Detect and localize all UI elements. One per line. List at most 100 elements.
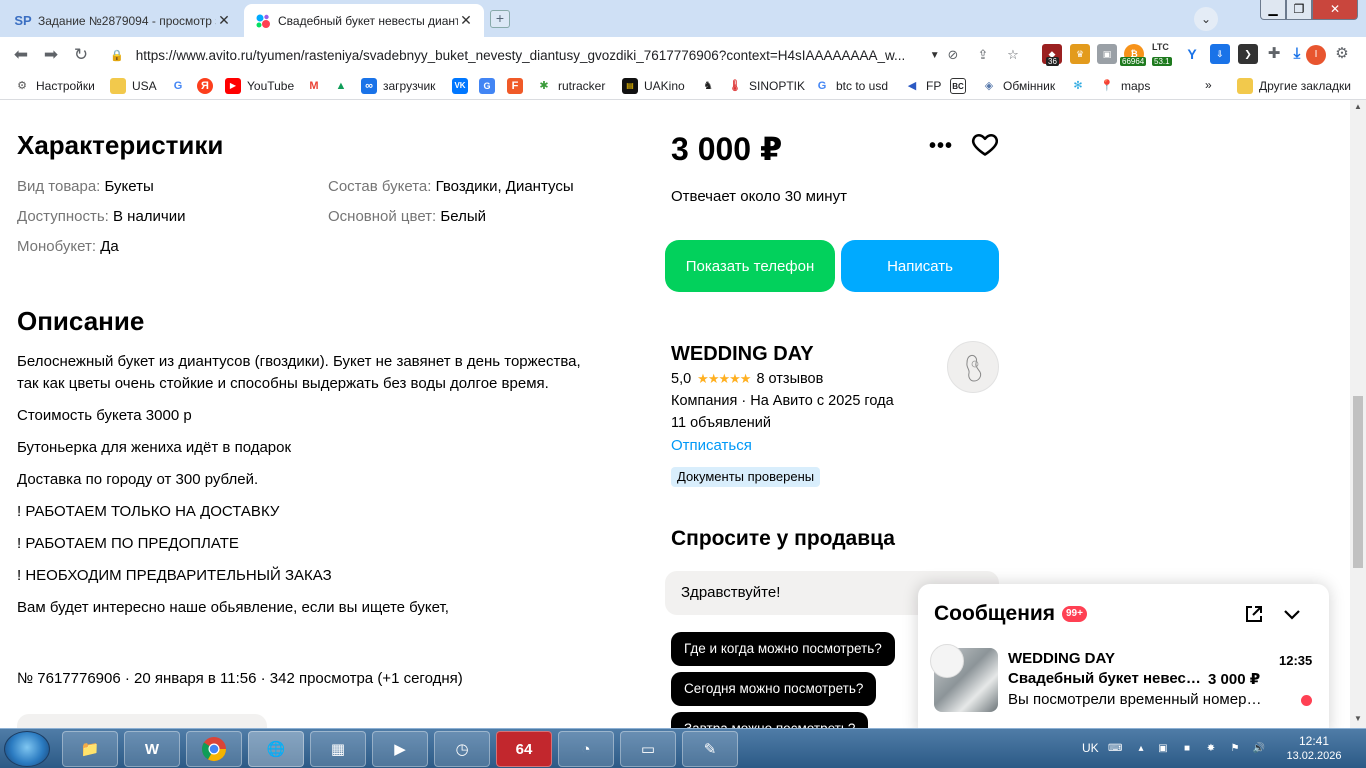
extension-play-icon[interactable]: ❯: [1238, 44, 1258, 64]
chart-icon[interactable]: ◔: [558, 731, 614, 767]
collapse-chevron-icon[interactable]: [1282, 604, 1302, 624]
bookmark-maps[interactable]: 📍 maps: [1099, 78, 1150, 94]
chat-time: 12:35: [1279, 653, 1313, 668]
bookmark-settings[interactable]: ⚙ Настройки: [14, 78, 95, 94]
seller-name[interactable]: WEDDING DAY: [671, 343, 814, 366]
bookmark-other[interactable]: Другие закладки: [1237, 78, 1351, 94]
favorite-heart-icon[interactable]: [971, 130, 999, 158]
bookmark-btc-to-usd[interactable]: Gbtc to usd: [814, 78, 888, 94]
bookmark-star-icon[interactable]: ☆: [1004, 46, 1022, 64]
quick-question-chip[interactable]: Завтра можно посмотреть?: [671, 712, 869, 728]
bookmark-rutracker[interactable]: ✱ rutracker: [536, 78, 605, 94]
tab-title: Задание №2879094 - просмотр з: [38, 13, 216, 28]
page-scrollbar[interactable]: ▲ ▼: [1350, 100, 1366, 728]
language-indicator[interactable]: UK: [1082, 741, 1099, 755]
bookmark-translate[interactable]: G: [479, 78, 501, 94]
tray-up-arrow-icon[interactable]: ▴: [1134, 742, 1148, 756]
media-icon[interactable]: ▶: [372, 731, 428, 767]
blocked-popup-icon[interactable]: ⊘: [944, 46, 962, 64]
bookmark-bc[interactable]: BC: [950, 78, 972, 94]
tab-close-icon[interactable]: ✕: [216, 12, 232, 29]
bookmark-downloader[interactable]: ∞ загрузчик: [361, 78, 435, 94]
app-64-icon[interactable]: 64: [496, 731, 552, 767]
address-bar[interactable]: 🔒 https://www.avito.ru/tyumen/rasteniya/…: [100, 41, 940, 69]
tab-task[interactable]: SP Задание №2879094 - просмотр з ✕: [4, 4, 242, 37]
scroll-up-icon[interactable]: ▲: [1350, 102, 1366, 111]
extensions-puzzle-icon[interactable]: ✚: [1264, 44, 1284, 64]
bookmark-usa[interactable]: USA: [110, 78, 157, 94]
omnibox-dropdown-icon[interactable]: ▼: [930, 50, 940, 61]
extension-y-icon[interactable]: Y: [1182, 44, 1202, 64]
calc-icon[interactable]: ▦: [310, 731, 366, 767]
chat-seller-name[interactable]: WEDDING DAY: [1008, 650, 1115, 667]
description-line: Бутоньерка для жениха идёт в подарок: [17, 439, 292, 456]
bookmark-horse[interactable]: ♞: [700, 78, 722, 94]
window-close-button[interactable]: ✕: [1312, 0, 1358, 20]
start-button[interactable]: [4, 731, 50, 767]
bookmark-drive[interactable]: ▲: [333, 78, 355, 94]
scrollbar-thumb[interactable]: [1353, 396, 1363, 568]
keyboard-icon[interactable]: ⌨: [1108, 742, 1122, 756]
open-external-icon[interactable]: [1244, 604, 1264, 624]
bookmark-google[interactable]: G: [170, 78, 192, 94]
tray-security-icon[interactable]: ✸: [1204, 742, 1218, 756]
char-key: Состав букета:: [328, 178, 432, 195]
seller-avatar[interactable]: [947, 341, 999, 393]
quick-question-chip[interactable]: Сегодня можно посмотреть?: [671, 672, 877, 706]
back-arrow-icon[interactable]: ⬅: [10, 44, 32, 66]
bookmark-f[interactable]: F: [507, 78, 529, 94]
show-phone-button[interactable]: Показать телефон: [665, 240, 835, 292]
clock-icon[interactable]: ◷: [434, 731, 490, 767]
unsubscribe-link[interactable]: Отписаться: [671, 437, 752, 454]
tab-avito[interactable]: Свадебный букет невесты дианту ✕: [244, 4, 484, 37]
bookmark-exchanger[interactable]: ◈ Обмінник: [981, 78, 1055, 94]
seller-ads-count[interactable]: 11 объявлений: [671, 415, 771, 431]
report-button[interactable]: [17, 714, 267, 728]
monitor-icon[interactable]: ▭: [620, 731, 676, 767]
reviews-link[interactable]: 8 отзывов: [756, 371, 823, 387]
share-icon[interactable]: ⇪: [974, 46, 992, 64]
char-value: Да: [100, 238, 119, 255]
bookmark-yandex[interactable]: Я: [197, 78, 219, 94]
tab-close-icon[interactable]: ✕: [458, 12, 474, 29]
forward-arrow-icon[interactable]: ➡: [40, 44, 62, 66]
bookmark-sinoptik[interactable]: 🌡 SINOPTIK: [727, 78, 805, 94]
clock-time[interactable]: 12:41: [1282, 734, 1346, 748]
action-center-icon[interactable]: ⚑: [1228, 742, 1242, 756]
bookmark-fp[interactable]: ◀ FP: [904, 78, 942, 94]
notepad-icon[interactable]: ✎: [682, 731, 738, 767]
download-manager-icon[interactable]: ⇩: [1210, 44, 1230, 64]
extension-briefcase-icon[interactable]: ▣: [1097, 44, 1117, 64]
youtube-icon: ▶: [225, 78, 241, 94]
chrome-menu-icon[interactable]: ⚙: [1332, 44, 1352, 64]
shield-icon[interactable]: W: [124, 731, 180, 767]
write-message-button[interactable]: Написать: [841, 240, 999, 292]
window-maximize-button[interactable]: ❐: [1286, 0, 1312, 20]
explorer-icon[interactable]: 📁: [62, 731, 118, 767]
extension-shield-icon[interactable]: ♛: [1070, 44, 1090, 64]
bookmarks-overflow-button[interactable]: »: [1205, 78, 1212, 92]
bookmark-uakino[interactable]: ▤ UAKino: [622, 78, 685, 94]
char-value: В наличии: [112, 208, 186, 225]
tab-search-chevron-icon[interactable]: ⌄: [1194, 7, 1218, 31]
more-dots-icon[interactable]: •••: [929, 135, 953, 158]
scroll-down-icon[interactable]: ▼: [1350, 714, 1366, 723]
bookmark-snowflake[interactable]: ✻: [1070, 78, 1092, 94]
downloads-icon[interactable]: ⤓: [1287, 44, 1307, 64]
bookmark-vk[interactable]: VK: [452, 78, 474, 94]
tray-app-icon[interactable]: ▣: [1156, 742, 1170, 756]
quick-question-chip[interactable]: Где и когда можно посмотреть?: [671, 632, 895, 666]
chrome-icon[interactable]: [186, 731, 242, 767]
chat-last-message[interactable]: Вы посмотрели временный номер продавца: [1008, 691, 1262, 708]
window-minimize-button[interactable]: ▁: [1260, 0, 1286, 20]
volume-icon[interactable]: 🔊: [1252, 742, 1266, 756]
clock-date[interactable]: 13.02.2026: [1282, 750, 1346, 762]
chat-item-title[interactable]: Свадебный букет невесты дианту: [1008, 670, 1206, 687]
bookmark-gmail[interactable]: M: [306, 78, 328, 94]
new-tab-button[interactable]: +: [490, 10, 510, 28]
tray-green-icon[interactable]: ■: [1180, 742, 1194, 756]
reload-icon[interactable]: ↻: [70, 44, 92, 66]
network-icon[interactable]: 🌐: [248, 731, 304, 767]
bookmark-youtube[interactable]: ▶ YouTube: [225, 78, 294, 94]
profile-avatar[interactable]: I: [1306, 45, 1326, 65]
